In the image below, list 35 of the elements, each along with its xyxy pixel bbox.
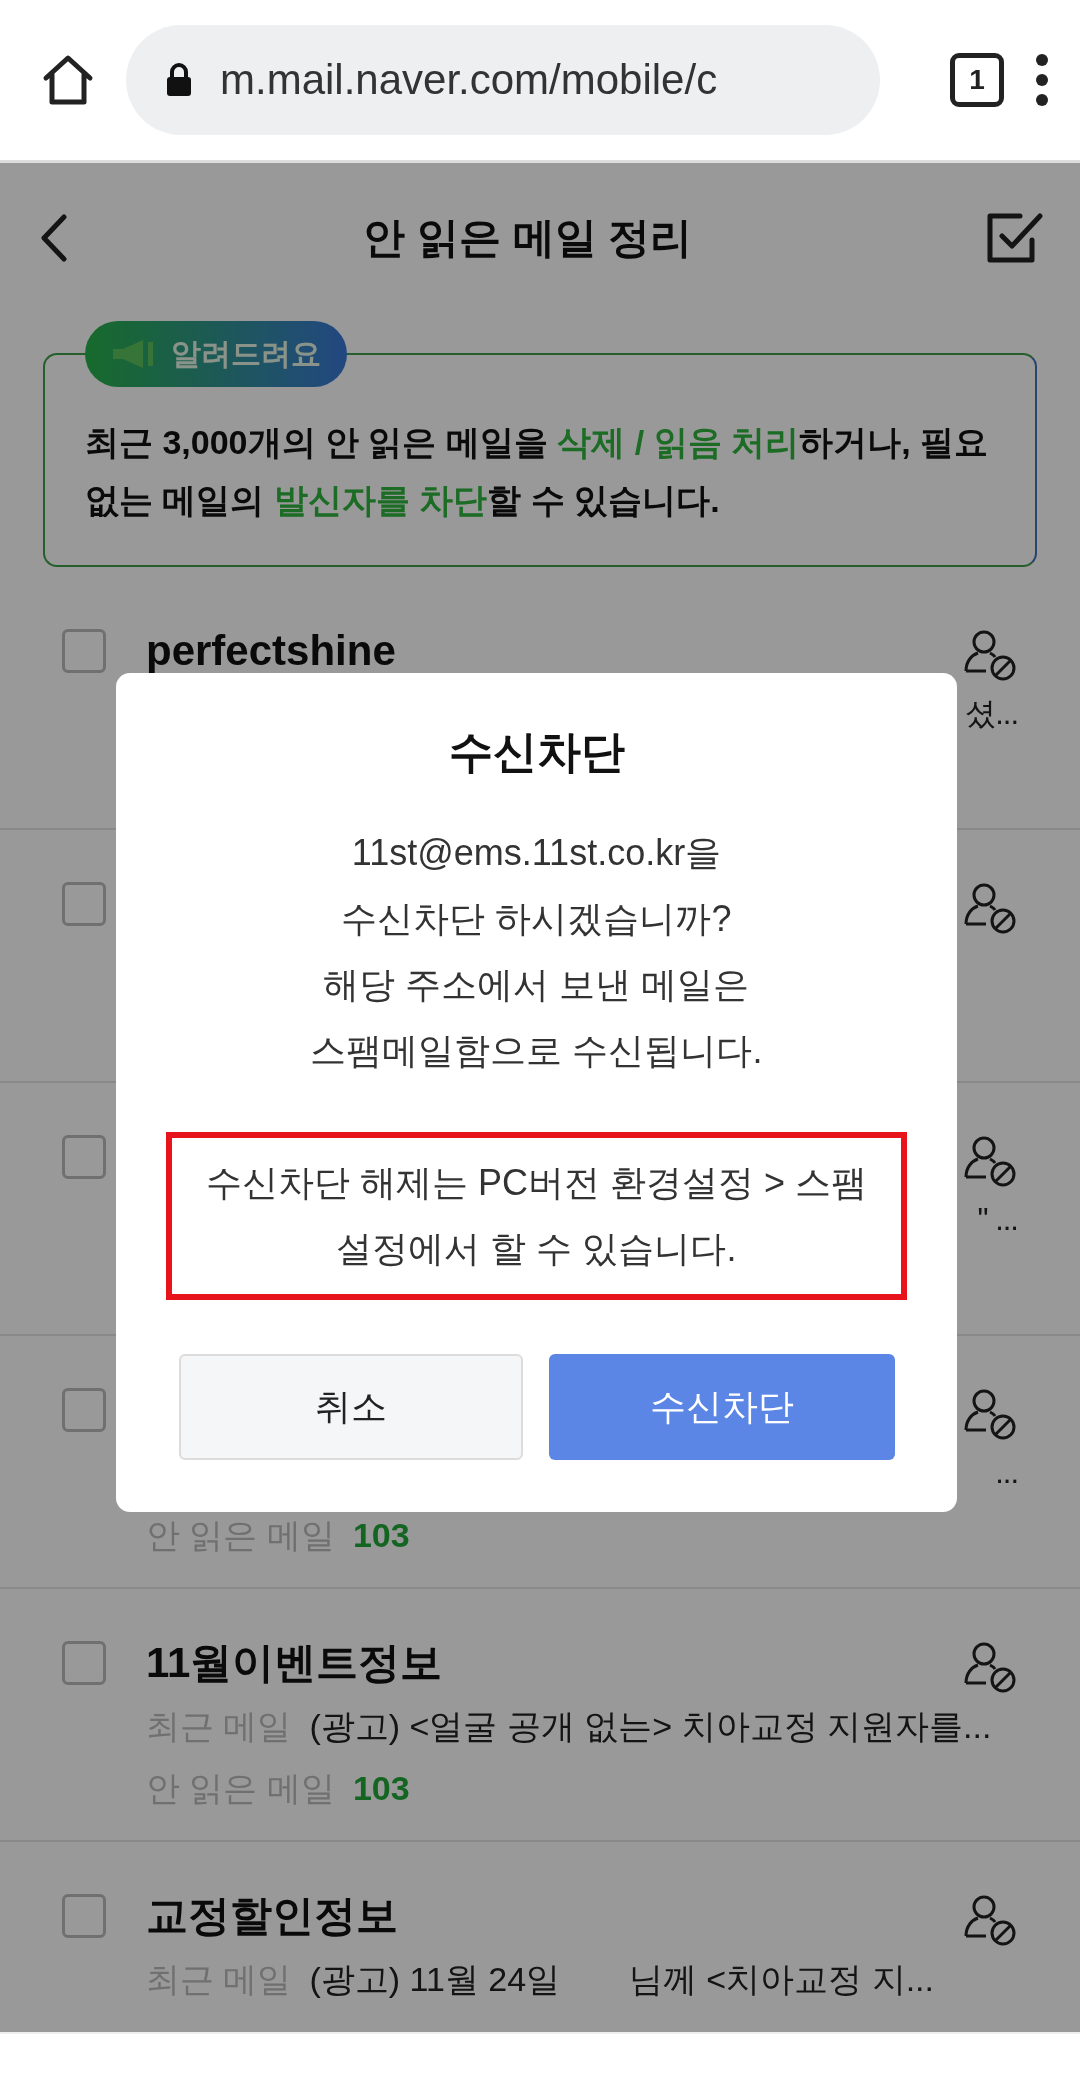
unread-count: 103 — [352, 1515, 410, 1556]
row-checkbox[interactable] — [62, 1894, 106, 1938]
url-field[interactable]: m.mail.naver.com/mobile/c — [126, 25, 880, 135]
block-button[interactable]: 수신차단 — [548, 1354, 895, 1460]
tab-count[interactable]: 1 — [950, 53, 1004, 107]
mail-preview: (광고) 11월 24일 — [309, 1959, 561, 2000]
sender-name: 11월이벤트정보 — [146, 1638, 444, 1688]
dialog-title: 수신차단 — [448, 726, 625, 778]
mail-preview: 셨... — [965, 695, 1018, 733]
notice-badge: 알려드려요 — [85, 321, 347, 387]
notice-text: 최근 3,000개의 안 읽은 메일을 삭제 / 읽음 처리하거나, 필요 없는 메일의 발신자를 차단할 수 있습니다. — [85, 422, 990, 521]
page-title: 안 읽은 메일 정리 — [363, 213, 693, 263]
sender-name: perfectshine — [146, 626, 397, 676]
dialog-message: 11st@ems.11st.co.kr을 — [351, 831, 722, 875]
row-checkbox[interactable] — [62, 629, 106, 673]
mail-preview: " ... — [977, 1201, 1018, 1239]
mail-preview: 님께 <치아교정 지... — [628, 1959, 934, 2000]
row-checkbox[interactable] — [62, 882, 106, 926]
row-checkbox[interactable] — [62, 1135, 106, 1179]
dialog-message: 수신차단 하시겠습니까? — [341, 897, 732, 941]
mail-preview: ... — [995, 1454, 1018, 1492]
unread-count: 103 — [352, 1768, 410, 1809]
dialog-message: 스팸메일함으로 수신됩니다. — [310, 1029, 763, 1073]
megaphone-icon — [111, 339, 155, 369]
row-checkbox[interactable] — [62, 1388, 106, 1432]
mail-preview: (광고) <얼굴 공개 없는> 치아교정 지원자를... — [309, 1706, 992, 1747]
sender-name: 교정할인정보 — [146, 1891, 399, 1941]
cancel-button[interactable]: 취소 — [178, 1354, 523, 1460]
check-square-icon[interactable] — [986, 210, 1044, 266]
dialog-note: 수신차단 해제는 PC버전 환경설정 > 스팸설정에서 할 수 있습니다. — [166, 1132, 907, 1300]
menu-icon[interactable] — [1034, 52, 1050, 108]
back-icon[interactable] — [40, 213, 70, 263]
lock-icon — [166, 63, 192, 97]
dialog-message: 해당 주소에서 보낸 메일은 — [323, 963, 750, 1007]
row-checkbox[interactable] — [62, 1641, 106, 1685]
